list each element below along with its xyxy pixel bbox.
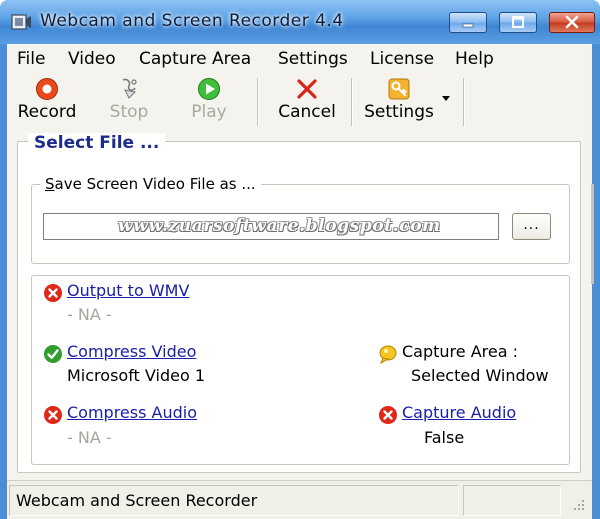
cancel-label: Cancel — [278, 102, 336, 122]
menu-settings[interactable]: Settings — [278, 49, 348, 69]
resize-grip-icon[interactable] — [567, 493, 587, 513]
settings-label: Settings — [364, 102, 434, 122]
record-icon — [36, 78, 58, 100]
save-file-group: Save Screen Video File as ... www.zuarso… — [31, 175, 570, 264]
compress-video-value: Microsoft Video 1 — [67, 366, 205, 385]
title-bar[interactable]: Webcam and Screen Recorder 4.4 — [0, 0, 600, 44]
output-wmv-value: - NA - — [67, 305, 112, 324]
output-wmv-row[interactable]: Output to WMV — [67, 281, 189, 300]
save-file-group-title: Save Screen Video File as ... — [40, 175, 261, 193]
settings-button[interactable]: Settings — [359, 74, 439, 130]
app-icon — [11, 14, 31, 30]
capture-area-label: Capture Area : — [402, 342, 518, 361]
close-icon — [565, 15, 579, 29]
capture-area-value: Selected Window — [411, 366, 549, 385]
check-icon — [44, 345, 62, 363]
record-button[interactable]: Record — [11, 74, 83, 130]
menu-license[interactable]: License — [370, 49, 434, 69]
close-button[interactable] — [549, 12, 595, 33]
toolbar-separator — [257, 78, 259, 126]
status-pane-secondary — [463, 485, 561, 516]
minimize-button[interactable] — [449, 12, 487, 33]
status-pane-main: Webcam and Screen Recorder — [9, 485, 459, 516]
play-button[interactable]: Play — [179, 74, 239, 130]
key-icon — [388, 78, 410, 100]
maximize-button[interactable] — [499, 12, 537, 33]
stop-label: Stop — [109, 102, 149, 122]
cancel-icon — [297, 79, 317, 99]
error-icon — [44, 406, 62, 424]
panel-title: Select File ... — [28, 133, 166, 153]
app-window: Webcam and Screen Recorder 4.4 File Vide… — [0, 0, 600, 519]
menu-capture-area[interactable]: Capture Area — [139, 49, 251, 69]
capture-audio-link[interactable]: Capture Audio — [402, 403, 516, 422]
minimize-icon — [462, 23, 474, 28]
save-file-hotkey: S — [45, 175, 55, 193]
client-area: File Video Capture Area Settings License… — [7, 44, 594, 519]
compress-video-link[interactable]: Compress Video — [67, 342, 196, 361]
save-file-group-title-text: ave Screen Video File as ... — [54, 175, 256, 193]
browse-button[interactable]: ... — [512, 213, 551, 240]
compress-video-row[interactable]: Compress Video — [67, 342, 196, 361]
cancel-button[interactable]: Cancel — [269, 74, 345, 130]
lightbulb-icon — [379, 345, 397, 364]
select-file-panel: Select File ... Save Screen Video File a… — [17, 133, 581, 473]
compress-audio-link[interactable]: Compress Audio — [67, 403, 197, 422]
toolbar-separator — [463, 78, 465, 126]
toolbar-separator — [351, 78, 353, 126]
error-icon — [379, 406, 397, 424]
toolbar: Record Stop Play Cancel Settings — [7, 72, 592, 132]
menu-file[interactable]: File — [17, 49, 45, 69]
stop-button[interactable]: Stop — [99, 74, 159, 130]
play-label: Play — [191, 102, 227, 122]
menu-bar: File Video Capture Area Settings License… — [7, 44, 592, 72]
error-icon — [44, 284, 62, 302]
chevron-down-icon — [442, 96, 450, 101]
play-icon — [198, 78, 220, 100]
capture-audio-row[interactable]: Capture Audio — [402, 403, 516, 422]
record-label: Record — [17, 102, 77, 122]
window-title: Webcam and Screen Recorder 4.4 — [40, 11, 344, 31]
menu-help[interactable]: Help — [455, 49, 494, 69]
capture-audio-value: False — [424, 428, 465, 447]
compress-audio-row[interactable]: Compress Audio — [67, 403, 197, 422]
status-bar: Webcam and Screen Recorder — [7, 480, 592, 519]
compress-audio-value: - NA - — [67, 428, 112, 447]
status-box: Output to WMV - NA - Compress Video Micr… — [31, 275, 570, 465]
status-text: Webcam and Screen Recorder — [16, 491, 258, 510]
menu-video[interactable]: Video — [68, 49, 116, 69]
settings-dropdown-arrow[interactable] — [439, 90, 453, 104]
file-path-input[interactable] — [43, 213, 499, 240]
scrollbar-edge[interactable] — [591, 184, 594, 284]
stop-icon — [122, 78, 137, 99]
maximize-icon — [512, 16, 524, 28]
output-wmv-link[interactable]: Output to WMV — [67, 281, 189, 300]
